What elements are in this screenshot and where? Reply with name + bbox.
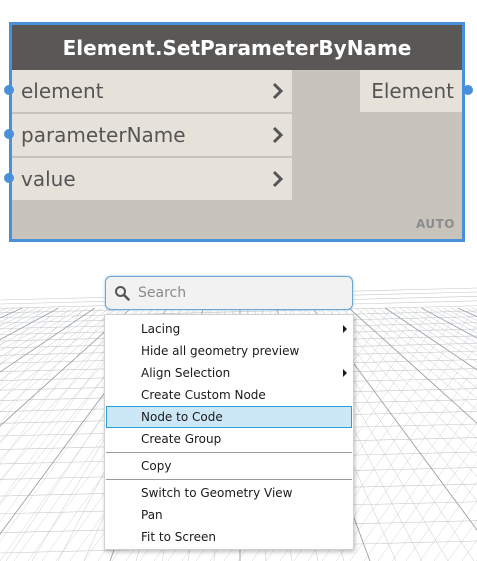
input-port-element[interactable]: element	[12, 70, 292, 112]
menu-separator	[106, 452, 352, 453]
search-icon	[115, 286, 130, 301]
input-port-parameter-name[interactable]: parameterName	[12, 114, 292, 156]
menu-item-align-selection[interactable]: Align Selection	[106, 362, 352, 384]
menu-item-label: Lacing	[141, 322, 181, 336]
menu-item-label: Create Custom Node	[141, 388, 266, 402]
context-menu: Lacing Hide all geometry preview Align Sel…	[104, 314, 354, 550]
menu-item-fit-to-screen[interactable]: Fit to Screen	[106, 526, 352, 548]
menu-item-copy[interactable]: Copy	[106, 455, 352, 477]
input-port-label: parameterName	[21, 123, 186, 147]
input-connector-value[interactable]	[4, 173, 14, 183]
menu-item-label: Align Selection	[141, 366, 231, 380]
input-connector-element[interactable]	[4, 85, 14, 95]
menu-item-switch-to-geometry-view[interactable]: Switch to Geometry View	[106, 482, 352, 504]
menu-item-create-custom-node[interactable]: Create Custom Node	[106, 384, 352, 406]
menu-item-label: Node to Code	[141, 410, 223, 424]
chevron-right-icon	[272, 126, 284, 144]
menu-item-label: Fit to Screen	[141, 530, 216, 544]
search-input[interactable]	[138, 285, 338, 301]
menu-item-label: Create Group	[141, 432, 222, 446]
output-port-label: Element	[371, 79, 454, 103]
lacing-badge: AUTO	[415, 217, 455, 231]
search-box[interactable]	[105, 276, 353, 310]
node-set-parameter-by-name[interactable]: Element.SetParameterByName element param…	[9, 22, 465, 242]
node-title[interactable]: Element.SetParameterByName	[12, 25, 462, 70]
input-port-value[interactable]: value	[12, 158, 292, 200]
menu-item-node-to-code[interactable]: Node to Code	[106, 406, 352, 428]
menu-item-create-group[interactable]: Create Group	[106, 428, 352, 450]
input-port-label: value	[21, 167, 76, 191]
menu-item-hide-all-geometry-preview[interactable]: Hide all geometry preview	[106, 340, 352, 362]
chevron-right-icon	[272, 82, 284, 100]
input-connector-parameter-name[interactable]	[4, 129, 14, 139]
output-port-element[interactable]: Element	[360, 70, 462, 112]
output-connector-element[interactable]	[463, 85, 473, 95]
menu-item-label: Copy	[141, 459, 172, 473]
menu-item-lacing[interactable]: Lacing	[106, 318, 352, 340]
submenu-arrow-icon	[343, 369, 347, 377]
menu-separator	[106, 479, 352, 480]
menu-item-label: Pan	[141, 508, 163, 522]
submenu-arrow-icon	[343, 325, 347, 333]
menu-item-label: Hide all geometry preview	[141, 344, 300, 358]
menu-item-label: Switch to Geometry View	[141, 486, 293, 500]
chevron-right-icon	[272, 170, 284, 188]
input-port-label: element	[21, 79, 104, 103]
menu-item-pan[interactable]: Pan	[106, 504, 352, 526]
